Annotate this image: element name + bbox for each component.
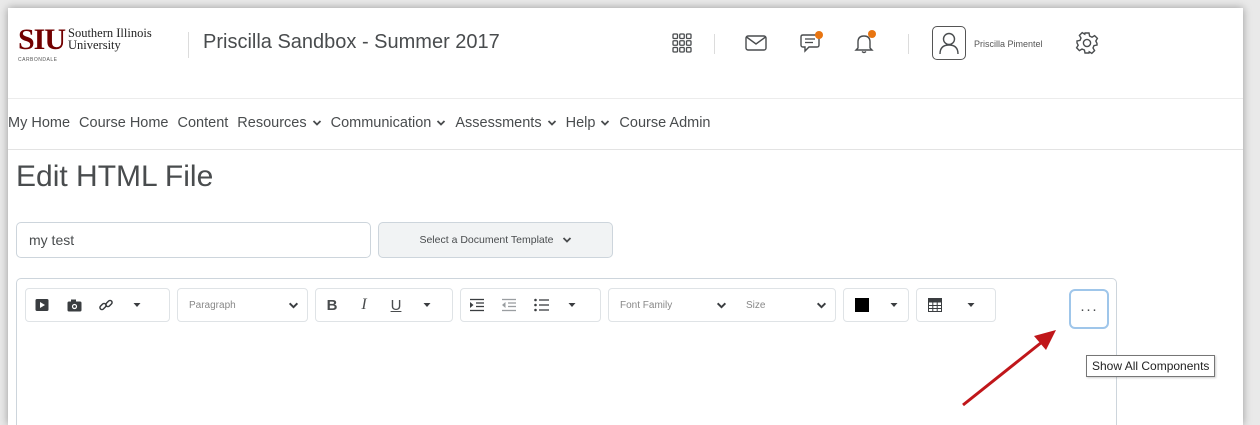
chevron-down-icon: [547, 120, 556, 126]
course-navbar: My Home Course Home Content Resources Co…: [8, 98, 1243, 150]
gear-icon[interactable]: [1071, 26, 1103, 60]
nav-communication[interactable]: Communication: [331, 115, 447, 131]
table-dropdown[interactable]: [953, 289, 989, 321]
bell-icon[interactable]: [848, 26, 880, 60]
chevron-down-icon: [312, 120, 321, 126]
user-name[interactable]: Priscilla Pimentel: [974, 39, 1043, 49]
size-label: Size: [746, 299, 766, 311]
browser-frame: SIU Southern Illinois University CARBOND…: [8, 8, 1243, 425]
font-group: Font Family Size: [608, 288, 836, 322]
nav-label: Course Home: [79, 115, 169, 131]
avatar[interactable]: [932, 26, 966, 60]
nav-course-home[interactable]: Course Home: [79, 115, 168, 131]
siu-logo[interactable]: SIU Southern Illinois University CARBOND…: [18, 24, 188, 66]
editor-toolbar: Paragraph B I U Font Family Size: [25, 287, 1003, 323]
header-divider: [188, 32, 189, 58]
insert-video-icon[interactable]: [26, 289, 58, 321]
nav-assessments[interactable]: Assessments: [455, 115, 556, 131]
font-size-select[interactable]: Size: [735, 289, 835, 321]
font-family-label: Font Family: [620, 299, 673, 311]
course-title[interactable]: Priscilla Sandbox - Summer 2017: [203, 31, 500, 54]
nav-label: My Home: [8, 115, 71, 131]
header: SIU Southern Illinois University CARBOND…: [8, 8, 1243, 86]
nav-resources[interactable]: Resources: [237, 115, 321, 131]
show-all-components-tooltip: Show All Components: [1086, 355, 1216, 377]
caret-down-icon: [568, 303, 576, 307]
format-group: B I U: [315, 288, 453, 322]
caret-down-icon: [133, 303, 141, 307]
chevron-down-icon: [437, 120, 446, 126]
color-swatch: [855, 298, 869, 312]
bold-button[interactable]: B: [316, 289, 348, 321]
bullet-list-icon[interactable]: [525, 289, 557, 321]
logo-name-line2: University: [68, 38, 121, 52]
page-title: Edit HTML File: [16, 160, 214, 193]
outdent-icon[interactable]: [493, 289, 525, 321]
nav-content[interactable]: Content: [178, 115, 229, 131]
chevron-down-icon: [562, 237, 571, 243]
nav-course-admin[interactable]: Course Admin: [619, 115, 710, 131]
show-all-components-button[interactable]: ···: [1069, 289, 1109, 329]
insert-image-icon[interactable]: [58, 289, 90, 321]
chevron-down-icon: [816, 302, 827, 309]
list-more-dropdown[interactable]: [557, 289, 587, 321]
chevron-down-icon: [288, 302, 299, 309]
insert-more-dropdown[interactable]: [122, 289, 152, 321]
nav-label: Communication: [330, 115, 432, 131]
nav-label: Content: [177, 115, 229, 131]
paragraph-label: Paragraph: [189, 299, 236, 311]
list-group: [460, 288, 601, 322]
nav-my-home[interactable]: My Home: [8, 115, 70, 131]
nav-label: Assessments: [455, 115, 542, 131]
insert-link-icon[interactable]: [90, 289, 122, 321]
nav-label: Help: [565, 115, 596, 131]
table-group: [916, 288, 996, 322]
avatar-icon: [939, 32, 959, 55]
paragraph-select[interactable]: Paragraph: [177, 288, 308, 322]
logo-abbr: SIU: [18, 23, 66, 56]
caret-down-icon: [967, 303, 975, 307]
header-divider: [908, 34, 909, 54]
template-label: Select a Document Template: [419, 234, 554, 246]
mail-icon[interactable]: [740, 26, 772, 60]
caret-down-icon: [423, 303, 431, 307]
text-color-button[interactable]: [844, 289, 880, 321]
logo-subtitle: CARBONDALE: [18, 57, 58, 63]
nav-label: Resources: [237, 115, 307, 131]
insert-group: [25, 288, 170, 322]
color-group[interactable]: [843, 288, 909, 322]
format-more-dropdown[interactable]: [412, 289, 442, 321]
logo-name: Southern Illinois University: [68, 27, 152, 52]
indent-icon[interactable]: [461, 289, 493, 321]
caret-down-icon: [890, 303, 898, 307]
insert-table-icon[interactable]: [917, 289, 953, 321]
file-title-input[interactable]: [16, 222, 371, 258]
html-editor[interactable]: Paragraph B I U Font Family Size ···: [16, 278, 1117, 425]
nav-help[interactable]: Help: [566, 115, 611, 131]
underline-button[interactable]: U: [380, 289, 412, 321]
font-family-select[interactable]: Font Family: [609, 289, 735, 321]
document-template-select[interactable]: Select a Document Template: [378, 222, 613, 258]
color-dropdown[interactable]: [880, 289, 908, 321]
nav-label: Course Admin: [619, 115, 711, 131]
header-divider: [714, 34, 715, 54]
bell-badge: [868, 30, 876, 38]
chat-badge: [815, 31, 823, 39]
chevron-down-icon: [716, 302, 727, 309]
chevron-down-icon: [601, 120, 610, 126]
italic-button[interactable]: I: [348, 289, 380, 321]
chat-icon[interactable]: [795, 26, 827, 60]
apps-grid-icon[interactable]: [666, 26, 698, 60]
